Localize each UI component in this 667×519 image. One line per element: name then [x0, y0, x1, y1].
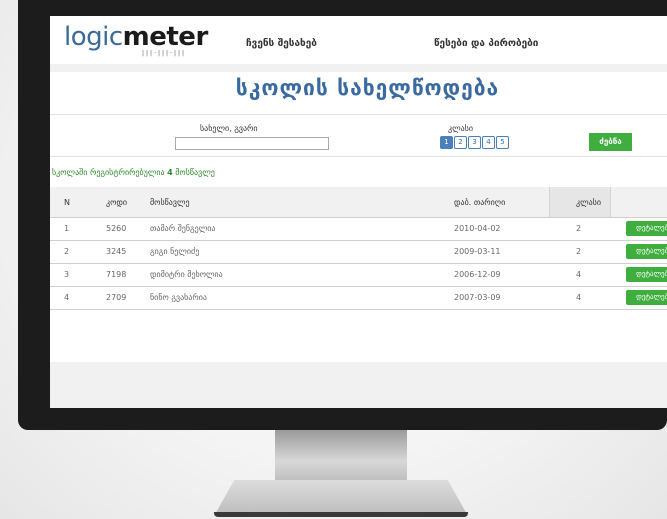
- cell-n: 3: [64, 270, 70, 279]
- cell-dob: 2006-12-09: [454, 270, 501, 279]
- divider: [50, 114, 667, 115]
- monitor-stand-base: [214, 480, 468, 516]
- class-option-4[interactable]: 4: [482, 136, 495, 149]
- logo-text-a: logic: [64, 22, 123, 52]
- header: logicmeter |||·|||·||| ჩვენს შესახებ წეს…: [50, 16, 667, 60]
- cell-code: 2709: [106, 293, 127, 302]
- logo-sub: |||·|||·|||: [142, 50, 187, 57]
- details-button[interactable]: დეტალები: [626, 244, 667, 259]
- details-button[interactable]: დეტალები: [626, 267, 667, 282]
- col-code[interactable]: კოდი: [106, 198, 127, 207]
- cell-student: დიმიტრი მეხოლია: [150, 270, 223, 279]
- search-row: სახელი, გვარი კლასი 1 2 3 4 5 ძებნა: [50, 116, 667, 156]
- name-label: სახელი, გვარი: [200, 124, 258, 133]
- cell-student: ნინო გვახარია: [150, 293, 207, 302]
- cell-n: 2: [64, 247, 70, 256]
- cell-dob: 2007-03-09: [454, 293, 501, 302]
- name-input[interactable]: [175, 137, 329, 150]
- cell-student: თამარ შენგელია: [150, 224, 216, 233]
- cell-dob: 2009-03-11: [454, 247, 501, 256]
- nav-terms[interactable]: წესები და პირობები: [434, 38, 538, 49]
- nav-about[interactable]: ჩვენს შესახებ: [246, 38, 317, 49]
- logo[interactable]: logicmeter: [64, 22, 208, 52]
- registered-count-text: სკოლაში რეგისტრირებულია 4 მოსწავლე: [52, 168, 215, 177]
- registered-suffix: მოსწავლე: [175, 168, 215, 177]
- cell-class: 4: [576, 270, 582, 279]
- class-option-5[interactable]: 5: [496, 136, 509, 149]
- students-table: N კოდი მოსწავლე დაბ. თარიღი კლასი 1 5260…: [50, 187, 667, 310]
- details-button[interactable]: დეტალები: [626, 290, 667, 305]
- class-label: კლასი: [448, 124, 473, 133]
- cell-class: 4: [576, 293, 582, 302]
- cell-code: 5260: [106, 224, 127, 233]
- table-row: 1 5260 თამარ შენგელია 2010-04-02 2 დეტალ…: [50, 218, 667, 241]
- page-title: სკოლის სახელწოდება: [235, 76, 500, 100]
- monitor-stand-neck: [275, 430, 407, 482]
- col-n[interactable]: N: [64, 198, 70, 207]
- col-dob[interactable]: დაბ. თარიღი: [454, 198, 505, 207]
- cell-code: 3245: [106, 247, 127, 256]
- class-option-2[interactable]: 2: [454, 136, 467, 149]
- table-row: 4 2709 ნინო გვახარია 2007-03-09 4 დეტალე…: [50, 287, 667, 310]
- cell-n: 4: [64, 293, 70, 302]
- monitor-frame: logicmeter |||·|||·||| ჩვენს შესახებ წეს…: [18, 0, 667, 430]
- cell-class: 2: [576, 224, 582, 233]
- cell-code: 7198: [106, 270, 127, 279]
- details-button[interactable]: დეტალები: [626, 221, 667, 236]
- header-band: [50, 64, 667, 72]
- cell-dob: 2010-04-02: [454, 224, 501, 233]
- cell-student: გიგი ნელიძე: [150, 247, 200, 256]
- cell-n: 1: [64, 224, 70, 233]
- col-class[interactable]: კლასი: [576, 198, 601, 207]
- logo-text-b: meter: [122, 22, 209, 52]
- registered-count: 4: [167, 168, 173, 177]
- table-header: N კოდი მოსწავლე დაბ. თარიღი კლასი: [50, 187, 667, 218]
- screen: logicmeter |||·|||·||| ჩვენს შესახებ წეს…: [50, 16, 667, 408]
- registered-prefix: სკოლაში რეგისტრირებულია: [52, 168, 165, 177]
- search-button[interactable]: ძებნა: [589, 133, 632, 151]
- table-row: 3 7198 დიმიტრი მეხოლია 2006-12-09 4 დეტა…: [50, 264, 667, 287]
- class-option-3[interactable]: 3: [468, 136, 481, 149]
- col-student[interactable]: მოსწავლე: [150, 198, 190, 207]
- monitor-stand-edge: [214, 512, 468, 517]
- footer: [50, 362, 667, 408]
- class-option-1[interactable]: 1: [440, 136, 453, 149]
- divider: [50, 156, 667, 157]
- table-row: 2 3245 გიგი ნელიძე 2009-03-11 2 დეტალები: [50, 241, 667, 264]
- cell-class: 2: [576, 247, 582, 256]
